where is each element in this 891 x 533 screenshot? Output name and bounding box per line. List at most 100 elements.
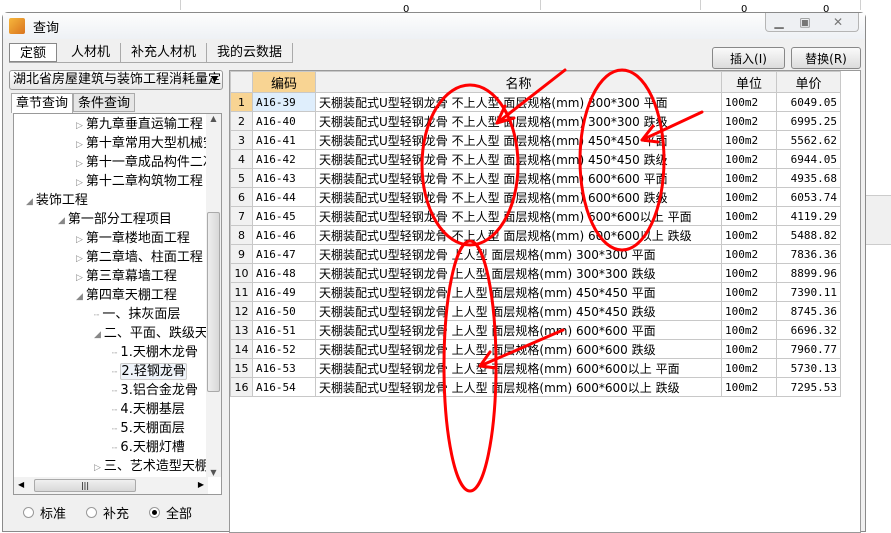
expand-icon[interactable]: ▷ (94, 463, 101, 473)
cell-unit[interactable]: 100m2 (721, 168, 777, 188)
cell-rownum[interactable]: 9 (230, 244, 253, 264)
expand-icon[interactable]: ▷ (76, 273, 83, 283)
cell-price[interactable]: 5730.13 (776, 358, 841, 378)
cell-unit[interactable]: 100m2 (721, 339, 777, 359)
tree-node[interactable]: ◢ 装饰工程 (26, 192, 88, 209)
cell-unit[interactable]: 100m2 (721, 187, 777, 207)
tree-vertical-scrollbar[interactable]: ▲ ▼ (206, 114, 221, 477)
cell-unit[interactable]: 100m2 (721, 225, 777, 245)
cell-rownum[interactable]: 3 (230, 130, 253, 150)
cell-unit[interactable]: 100m2 (721, 149, 777, 169)
cell-unit[interactable]: 100m2 (721, 92, 777, 112)
cell-rownum[interactable]: 7 (230, 206, 253, 226)
cell-name[interactable]: 天棚装配式U型轻钢龙骨 不上人型 面层规格(mm) 300*300 跌级 (315, 111, 722, 131)
cell-name[interactable]: 天棚装配式U型轻钢龙骨 不上人型 面层规格(mm) 600*600以上 平面 (315, 206, 722, 226)
cell-code[interactable]: A16-39 (252, 92, 316, 112)
title-bar[interactable]: 查询 (3, 13, 865, 39)
cell-unit[interactable]: 100m2 (721, 377, 777, 397)
tree-node[interactable]: ┈ 3.铝合金龙骨 (112, 382, 198, 399)
tree-node[interactable]: ▷ 三、艺术造型天棚 (94, 458, 208, 475)
expand-icon[interactable]: ▷ (76, 140, 83, 150)
cell-rownum[interactable]: 12 (230, 301, 253, 321)
column-header-unit[interactable]: 单位 (721, 71, 777, 93)
cell-price[interactable]: 6944.05 (776, 149, 841, 169)
cell-code[interactable]: A16-40 (252, 111, 316, 131)
tree-node[interactable]: ┈ 1.天棚木龙骨 (112, 344, 198, 361)
cell-code[interactable]: A16-50 (252, 301, 316, 321)
cell-price[interactable]: 7960.77 (776, 339, 841, 359)
tree-node[interactable]: ▷第十一章成品构件二次运输 (76, 154, 221, 171)
cell-name[interactable]: 天棚装配式U型轻钢龙骨 不上人型 面层规格(mm) 450*450 平面 (315, 130, 722, 150)
cell-rownum[interactable]: 14 (230, 339, 253, 359)
cell-name[interactable]: 天棚装配式U型轻钢龙骨 上人型 面层规格(mm) 450*450 平面 (315, 282, 722, 302)
cell-rownum[interactable]: 4 (230, 149, 253, 169)
cell-rownum[interactable]: 11 (230, 282, 253, 302)
cell-rownum[interactable]: 5 (230, 168, 253, 188)
tree-node[interactable]: ┈ 一、抹灰面层 (94, 306, 180, 323)
cell-rownum[interactable]: 16 (230, 377, 253, 397)
tab-chapter-query[interactable]: 章节查询 (11, 93, 74, 113)
expand-icon[interactable]: ▷ (76, 121, 83, 131)
cell-name[interactable]: 天棚装配式U型轻钢龙骨 不上人型 面层规格(mm) 300*300 平面 (315, 92, 722, 112)
radio-supplement[interactable]: 补充 (86, 503, 129, 522)
tree-node[interactable]: ┈ 2.轻钢龙骨 (112, 363, 187, 380)
cell-price[interactable]: 6696.32 (776, 320, 841, 340)
column-header-price[interactable]: 单价 (776, 71, 841, 93)
cell-unit[interactable]: 100m2 (721, 263, 777, 283)
cell-rownum[interactable]: 8 (230, 225, 253, 245)
cell-unit[interactable]: 100m2 (721, 206, 777, 226)
radio-standard[interactable]: 标准 (23, 503, 66, 522)
table-row[interactable]: 3 A16-41 天棚装配式U型轻钢龙骨 不上人型 面层规格(mm) 450*450… (230, 130, 841, 150)
cell-code[interactable]: A16-44 (252, 187, 316, 207)
cell-code[interactable]: A16-46 (252, 225, 316, 245)
cell-code[interactable]: A16-48 (252, 263, 316, 283)
cell-rownum[interactable]: 1 (230, 92, 253, 112)
cell-price[interactable]: 5488.82 (776, 225, 841, 245)
tree-node[interactable]: ▷ 第一章楼地面工程 (76, 230, 190, 247)
column-header-name[interactable]: 名称 (315, 71, 722, 93)
table-row[interactable]: 12 A16-50 天棚装配式U型轻钢龙骨 上人型 面层规格(mm) 450*450… (230, 301, 841, 321)
cell-code[interactable]: A16-49 (252, 282, 316, 302)
collapse-icon[interactable]: ◢ (76, 292, 83, 302)
cell-name[interactable]: 天棚装配式U型轻钢龙骨 上人型 面层规格(mm) 300*300 平面 (315, 244, 722, 264)
tree-node[interactable]: ▷ 第三章幕墙工程 (76, 268, 177, 285)
expand-icon[interactable]: ▷ (76, 159, 83, 169)
column-header-code[interactable]: 编码 (252, 71, 316, 93)
cell-unit[interactable]: 100m2 (721, 358, 777, 378)
cell-rownum[interactable]: 10 (230, 263, 253, 283)
tree-node[interactable]: ▷ 第十二章构筑物工程 (76, 173, 203, 190)
cell-unit[interactable]: 100m2 (721, 244, 777, 264)
cell-rownum[interactable]: 2 (230, 111, 253, 131)
expand-icon[interactable]: ▷ (76, 235, 83, 245)
tab-labor-material-machine[interactable]: 人材机 (61, 43, 122, 62)
close-icon[interactable]: ✕ (818, 13, 858, 31)
cell-price[interactable]: 6995.25 (776, 111, 841, 131)
cell-price[interactable]: 7836.36 (776, 244, 841, 264)
cell-rownum[interactable]: 6 (230, 187, 253, 207)
table-row[interactable]: 13 A16-51 天棚装配式U型轻钢龙骨 上人型 面层规格(mm) 600*600… (230, 320, 841, 340)
expand-icon[interactable]: ▷ (76, 178, 83, 188)
table-row[interactable]: 4 A16-42 天棚装配式U型轻钢龙骨 不上人型 面层规格(mm) 450*450… (230, 149, 841, 169)
tab-quota[interactable]: 定额 (9, 43, 58, 62)
tab-condition-query[interactable]: 条件查询 (73, 93, 136, 112)
tree-node[interactable]: ◢ 二、平面、跌级天棚 (94, 325, 221, 342)
cell-name[interactable]: 天棚装配式U型轻钢龙骨 上人型 面层规格(mm) 300*300 跌级 (315, 263, 722, 283)
table-row[interactable]: 10 A16-48 天棚装配式U型轻钢龙骨 上人型 面层规格(mm) 300*300… (230, 263, 841, 283)
cell-name[interactable]: 天棚装配式U型轻钢龙骨 上人型 面层规格(mm) 600*600 平面 (315, 320, 722, 340)
collapse-icon[interactable]: ◢ (58, 216, 65, 226)
cell-rownum[interactable]: 15 (230, 358, 253, 378)
scrollbar-thumb[interactable] (207, 212, 220, 392)
cell-name[interactable]: 天棚装配式U型轻钢龙骨 不上人型 面层规格(mm) 600*600 平面 (315, 168, 722, 188)
cell-unit[interactable]: 100m2 (721, 282, 777, 302)
collapse-icon[interactable]: ◢ (94, 330, 101, 340)
cell-price[interactable]: 4935.68 (776, 168, 841, 188)
table-row[interactable]: 16 A16-54 天棚装配式U型轻钢龙骨 上人型 面层规格(mm) 600*600… (230, 377, 841, 397)
tree-node[interactable]: ┈ 4.天棚基层 (112, 401, 185, 418)
cell-code[interactable]: A16-54 (252, 377, 316, 397)
cell-code[interactable]: A16-42 (252, 149, 316, 169)
tab-cloud-data[interactable]: 我的云数据 (207, 43, 294, 62)
table-row[interactable]: 11 A16-49 天棚装配式U型轻钢龙骨 上人型 面层规格(mm) 450*450… (230, 282, 841, 302)
cell-price[interactable]: 6049.05 (776, 92, 841, 112)
scrollbar-thumb[interactable]: ||| (34, 479, 136, 492)
table-row[interactable]: 1 A16-39 天棚装配式U型轻钢龙骨 不上人型 面层规格(mm) 300*300… (230, 92, 841, 112)
